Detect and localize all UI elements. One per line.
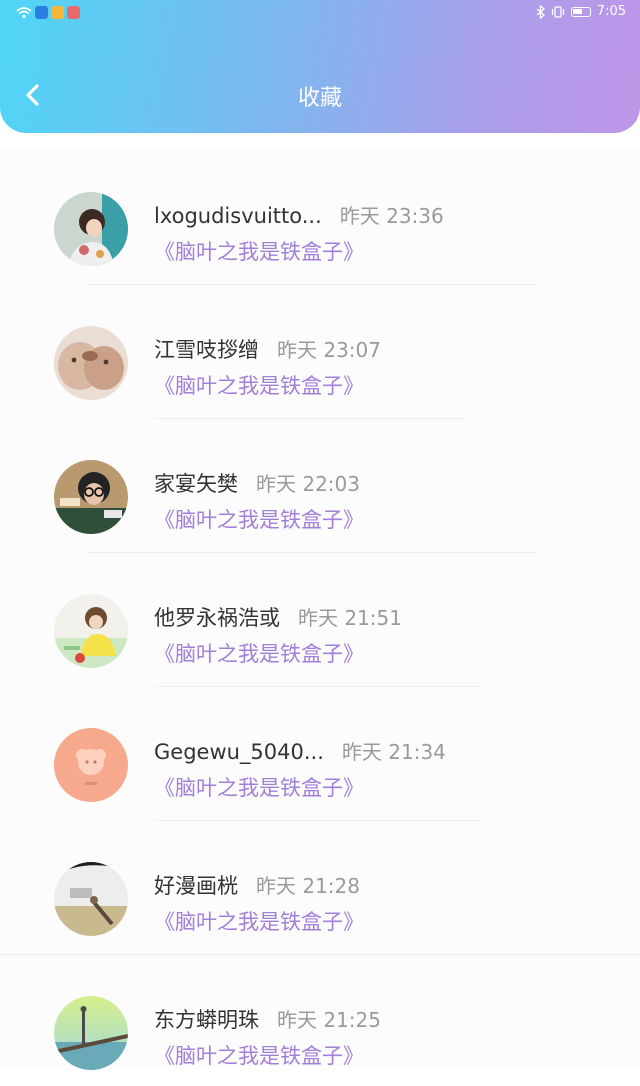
item-name-row: 他罗永祸浩或 昨天 21:51 [154, 602, 402, 632]
user-name: 江雪吱拶缯 [154, 338, 259, 362]
item-name-row: 好漫画桄 昨天 21:28 [154, 870, 360, 900]
item-name-row: 东方蟒明珠 昨天 21:25 [154, 1004, 381, 1034]
status-time: 7:05 [596, 4, 626, 19]
user-name: 家宴矢樊 [154, 472, 238, 496]
user-name: Gegewu_5040... [154, 740, 324, 764]
timestamp: 昨天 21:51 [298, 606, 402, 630]
timestamp: 昨天 21:25 [277, 1008, 381, 1032]
page-title: 收藏 [297, 86, 342, 111]
timestamp: 昨天 22:03 [256, 472, 360, 496]
list-item[interactable]: 江雪吱拶缯 昨天 23:07 《脑叶之我是铁盒子》 [0, 282, 640, 419]
status-icons-right: 7:05 [536, 4, 626, 19]
user-name: 好漫画桄 [154, 874, 238, 898]
item-name-row: 江雪吱拶缯 昨天 23:07 [154, 334, 381, 364]
book-title-link[interactable]: 《脑叶之我是铁盒子》 [154, 906, 364, 936]
avatar [54, 326, 128, 400]
avatar [54, 728, 128, 802]
status-bar: 7:05 [0, 0, 640, 26]
avatar [54, 192, 128, 266]
item-name-row: 家宴矢樊 昨天 22:03 [154, 468, 360, 498]
status-icons-left [16, 6, 80, 19]
book-title-link[interactable]: 《脑叶之我是铁盒子》 [154, 370, 364, 400]
app-header: 7:05 收藏 [0, 0, 640, 133]
app-notification-icon [35, 6, 48, 19]
user-name: 他罗永祸浩或 [154, 606, 280, 630]
timestamp: 昨天 23:07 [277, 338, 381, 362]
list-item[interactable]: 好漫画桄 昨天 21:28 《脑叶之我是铁盒子》 [0, 818, 640, 955]
list-item[interactable]: Gegewu_5040... 昨天 21:34 《脑叶之我是铁盒子》 [0, 684, 640, 821]
app-notification-icon [67, 6, 80, 19]
bluetooth-icon [536, 4, 545, 19]
vibrate-icon [551, 5, 564, 18]
avatar [54, 460, 128, 534]
book-title-link[interactable]: 《脑叶之我是铁盒子》 [154, 504, 364, 534]
avatar [54, 862, 128, 936]
timestamp: 昨天 21:34 [341, 740, 446, 764]
list-item[interactable]: 家宴矢樊 昨天 22:03 《脑叶之我是铁盒子》 [0, 416, 640, 553]
list-item[interactable]: lxogudisvuitto... 昨天 23:36 《脑叶之我是铁盒子》 [0, 148, 640, 285]
timestamp: 昨天 23:36 [339, 204, 444, 228]
book-title-link[interactable]: 《脑叶之我是铁盒子》 [154, 772, 364, 802]
battery-icon [570, 6, 591, 17]
avatar [54, 594, 128, 668]
book-title-link[interactable]: 《脑叶之我是铁盒子》 [154, 236, 364, 266]
book-title-link[interactable]: 《脑叶之我是铁盒子》 [154, 638, 364, 668]
user-name: 东方蟒明珠 [154, 1008, 259, 1032]
user-name: lxogudisvuitto... [154, 204, 322, 228]
item-name-row: Gegewu_5040... 昨天 21:34 [154, 736, 446, 765]
wifi-icon [16, 7, 32, 19]
timestamp: 昨天 21:28 [256, 874, 360, 898]
app-notification-icon [51, 6, 64, 19]
avatar [54, 996, 128, 1070]
list-item[interactable]: 他罗永祸浩或 昨天 21:51 《脑叶之我是铁盒子》 [0, 550, 640, 687]
favorites-list: lxogudisvuitto... 昨天 23:36 《脑叶之我是铁盒子》 江雪吱… [0, 148, 640, 1070]
item-name-row: lxogudisvuitto... 昨天 23:36 [154, 200, 444, 229]
